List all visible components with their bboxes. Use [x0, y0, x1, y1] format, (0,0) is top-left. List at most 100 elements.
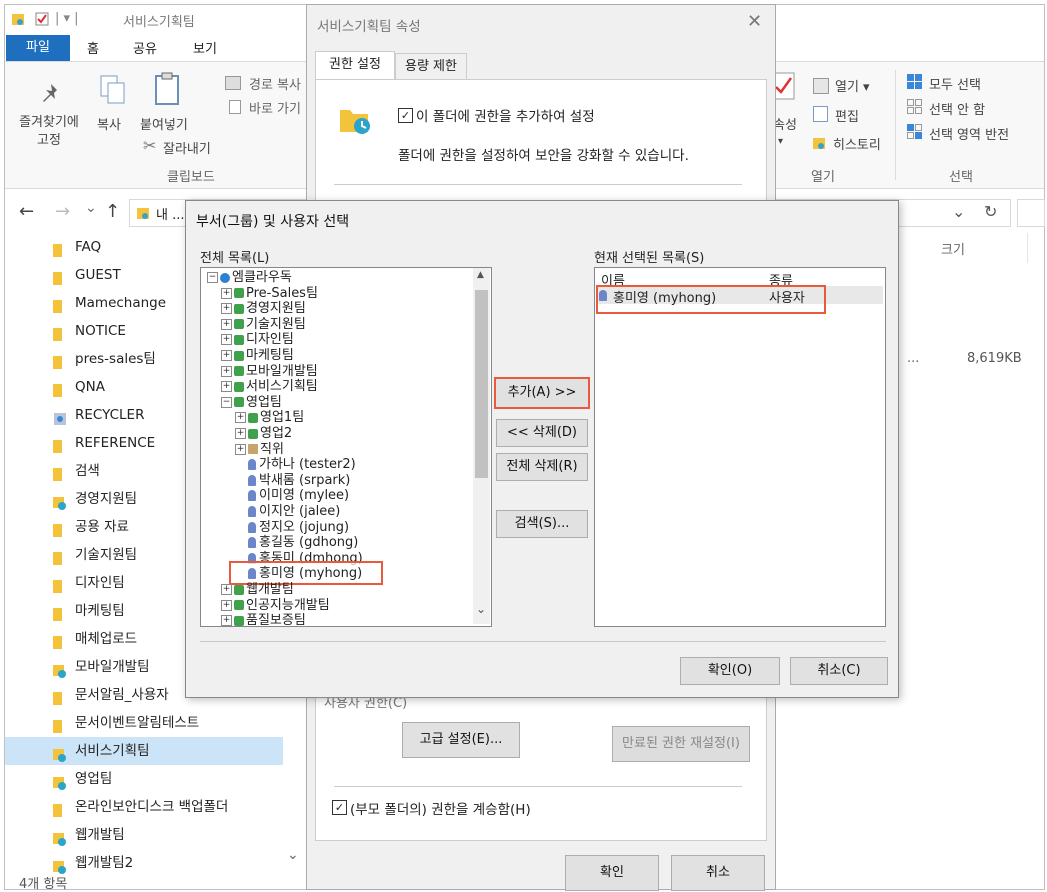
tree-item[interactable]: 정지오 (jojung) [235, 520, 349, 536]
copy-button[interactable]: 복사 [97, 114, 121, 133]
nav-item[interactable]: 서비스기획팀 [5, 737, 283, 765]
expand-icon[interactable]: + [221, 599, 232, 611]
user-icon [248, 537, 256, 549]
nav-item[interactable]: 웹개발팀 [5, 821, 283, 849]
nav-item[interactable]: 영업팀 [5, 765, 283, 793]
pin-label[interactable]: 즐겨찾기에 고정 [13, 114, 85, 150]
expand-icon[interactable]: + [235, 412, 246, 424]
nav-item[interactable]: 문서이벤트알림테스트 [5, 709, 283, 737]
size-column-header[interactable]: 크기 [941, 239, 965, 258]
select-all-button[interactable]: 모두 선택 [929, 74, 981, 93]
paste-button[interactable]: 붙여넣기 [140, 114, 188, 133]
refresh-icon[interactable]: ↻ [984, 202, 997, 221]
tree-item[interactable]: 이미영 (mylee) [235, 488, 349, 504]
tree-item[interactable]: + 인공지능개발팀 [221, 598, 330, 614]
tree-item[interactable]: 가하나 (tester2) [235, 457, 356, 473]
tab-share[interactable]: 공유 [133, 35, 157, 61]
expand-icon[interactable]: + [221, 615, 232, 626]
all-list-tree[interactable]: − 엠클라우독 + Pre-Sales팀 + 경영지원팀 + 기술지원팀 + 디자인팀 + 마케팅팀 +… [200, 267, 492, 627]
select-ok-button[interactable]: 확인(O) [680, 657, 780, 685]
tree-item[interactable]: + 경영지원팀 [221, 301, 306, 317]
expand-icon[interactable]: + [235, 443, 246, 455]
tree-item[interactable]: + 영업1팀 [235, 410, 304, 426]
nav-item[interactable]: 온라인보안디스크 백업폴더 [5, 793, 283, 821]
ok-button[interactable]: 확인 [565, 855, 659, 891]
properties-button[interactable]: 속성 [773, 114, 797, 133]
nav-scroll-down-icon[interactable]: ⌄ [287, 847, 299, 863]
expand-icon[interactable]: + [221, 350, 232, 361]
collapse-icon[interactable]: − [221, 396, 232, 408]
tree-item[interactable]: + 기술지원팀 [221, 317, 306, 333]
position-icon [248, 444, 258, 455]
tree-item[interactable]: + 웹개발팀 [221, 582, 294, 598]
paste-shortcut-button[interactable]: 바로 가기 [249, 98, 301, 117]
select-cancel-button[interactable]: 취소(C) [790, 657, 888, 685]
search-button[interactable]: 검색(S)... [496, 510, 588, 538]
up-icon[interactable]: ↑ [105, 201, 120, 222]
remove-button[interactable]: << 삭제(D) [496, 419, 588, 447]
qat-separator[interactable]: | ▾ | [55, 11, 79, 26]
expand-icon[interactable]: + [221, 318, 232, 330]
tree-item[interactable]: + 품질보증팀 [221, 613, 306, 626]
remove-all-button[interactable]: 전체 삭제(R) [496, 453, 588, 481]
tree-item[interactable]: + 직위 [235, 442, 284, 458]
expand-icon[interactable]: + [221, 334, 232, 346]
recent-dropdown-icon[interactable]: ⌄ [85, 200, 97, 216]
tree-item[interactable]: + 모바일개발팀 [221, 364, 318, 380]
tree-item[interactable]: 홍길동 (gdhong) [235, 535, 358, 551]
tree-item[interactable]: − 영업팀 [221, 395, 282, 411]
scroll-up-icon[interactable]: ▲ [477, 270, 484, 280]
add-button[interactable]: 추가(A) >> [494, 377, 590, 409]
nav-item-label: RECYCLER [75, 407, 145, 423]
search-box[interactable] [1017, 199, 1045, 227]
expand-icon[interactable]: + [221, 365, 232, 377]
tree-item[interactable]: + 영업2 [235, 426, 292, 442]
expand-icon[interactable]: + [235, 428, 246, 439]
tab-file[interactable]: 파일 [6, 35, 70, 61]
forward-icon[interactable]: → [55, 201, 70, 222]
tree-item[interactable]: 홍미영 (myhong) [235, 566, 362, 582]
tab-view[interactable]: 보기 [193, 35, 217, 61]
properties-dropdown-icon[interactable]: ▾ [778, 136, 783, 147]
cancel-button[interactable]: 취소 [671, 855, 765, 891]
reset-expired-button[interactable]: 만료된 권한 재설정(I) [612, 726, 750, 762]
invert-selection-button[interactable]: 선택 영역 반전 [929, 124, 1009, 143]
scroll-thumb[interactable] [475, 290, 488, 478]
add-permission-checkbox[interactable]: ✓ [398, 108, 413, 123]
tree-item-label: 영업1팀 [260, 410, 305, 426]
collapse-icon[interactable]: − [207, 272, 218, 283]
edit-button[interactable]: 편집 [835, 106, 859, 125]
tab-quota[interactable]: 용량 제한 [395, 53, 467, 80]
back-icon[interactable]: ← [19, 201, 34, 222]
address-dropdown-icon[interactable]: ⌄ [952, 202, 965, 221]
advanced-settings-button[interactable]: 고급 설정(E)... [402, 722, 520, 758]
tab-home[interactable]: 홈 [87, 35, 99, 61]
tree-item[interactable]: 박새롬 (srpark) [235, 473, 350, 489]
tree-item[interactable]: + Pre-Sales팀 [221, 286, 318, 302]
tree-item[interactable]: 이지안 (jalee) [235, 504, 340, 520]
properties-qat-icon[interactable] [35, 12, 49, 26]
folder-app-icon [11, 12, 25, 26]
copy-path-button[interactable]: 경로 복사 [249, 74, 301, 93]
scroll-down-icon[interactable]: ⌄ [476, 602, 486, 616]
select-dialog-title: 부서(그룹) 및 사용자 선택 [196, 214, 350, 230]
expand-icon[interactable]: + [221, 303, 232, 315]
tree-item[interactable]: + 마케팅팀 [221, 348, 294, 364]
nav-item-label: 문서알림_사용자 [75, 687, 169, 703]
history-button[interactable]: 히스토리 [833, 134, 881, 153]
tree-item-label: 서비스기획팀 [246, 379, 318, 395]
tree-item[interactable]: + 서비스기획팀 [221, 379, 318, 395]
inherit-checkbox[interactable]: ✓ [332, 800, 347, 815]
open-button[interactable]: 열기 ▾ [835, 76, 870, 95]
cut-button[interactable]: 잘라내기 [163, 138, 211, 157]
expand-icon[interactable]: + [221, 381, 232, 393]
tab-permissions[interactable]: 권한 설정 [315, 51, 395, 80]
tree-scrollbar[interactable]: ▲ ⌄ [473, 268, 490, 624]
select-none-button[interactable]: 선택 안 함 [929, 99, 985, 118]
selected-list[interactable]: 이름 종류 홍미영 (myhong) 사용자 [594, 267, 886, 627]
tree-item[interactable]: + 디자인팀 [221, 332, 294, 348]
expand-icon[interactable]: + [221, 287, 232, 299]
expand-icon[interactable]: + [221, 584, 232, 595]
tree-item[interactable]: − 엠클라우독 [207, 270, 292, 286]
close-icon[interactable]: ✕ [747, 11, 762, 32]
